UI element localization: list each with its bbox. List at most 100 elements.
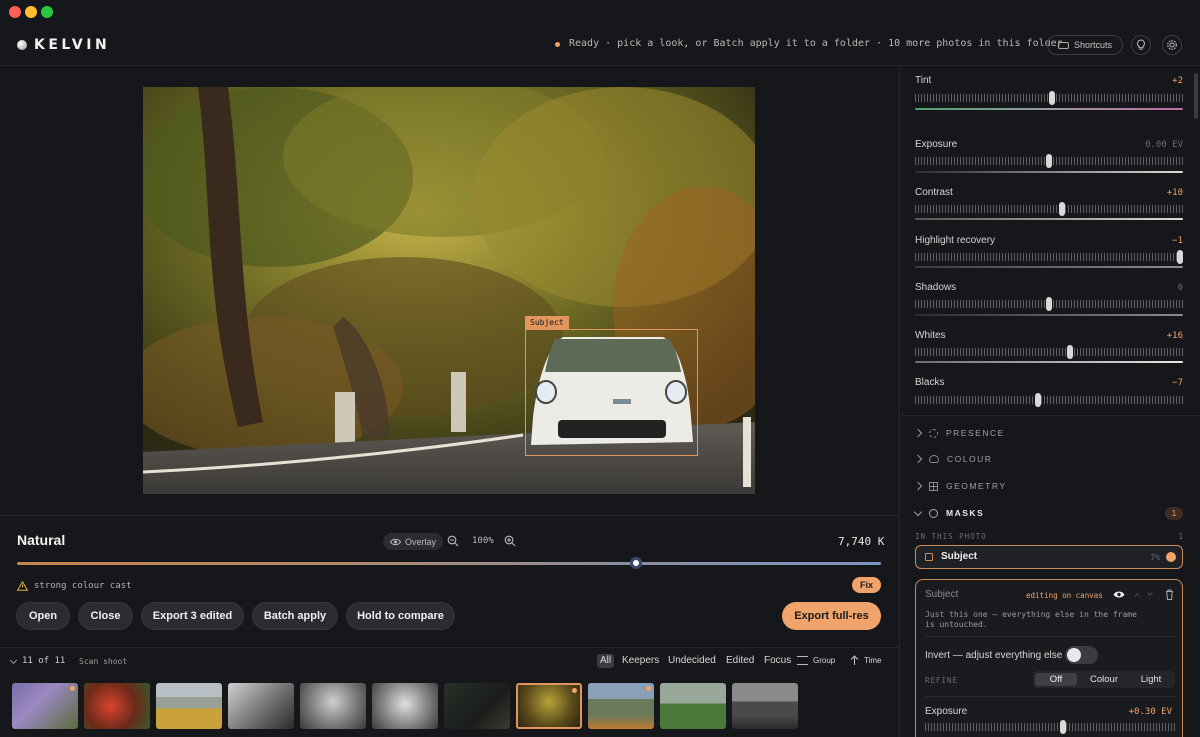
move-down-icon[interactable] xyxy=(1147,590,1153,596)
chevron-down-icon[interactable] xyxy=(9,656,18,665)
masks-count-text: 1 xyxy=(1178,532,1183,541)
refine-segmented: Off Colour Light xyxy=(1033,671,1175,688)
mask-item-percent: 7% xyxy=(1150,553,1160,562)
whites-slider-track[interactable] xyxy=(915,348,1183,356)
mask-exposure-slider-thumb[interactable] xyxy=(1060,720,1066,734)
mask-detail-card: Subject editing on canvas Just this one … xyxy=(915,579,1183,737)
contrast-slider-track[interactable] xyxy=(915,205,1183,213)
sort-time[interactable]: Time xyxy=(861,654,884,668)
thumbnail[interactable] xyxy=(156,683,222,729)
trash-icon[interactable] xyxy=(1165,589,1174,600)
section-geometry[interactable]: GEOMETRY xyxy=(913,481,1007,491)
mask-exposure-slider-track[interactable] xyxy=(925,723,1175,731)
export-full-res-button[interactable]: Export full-res xyxy=(782,602,881,630)
zoom-out-icon[interactable] xyxy=(447,535,459,547)
refine-label: REFINE xyxy=(925,676,959,685)
thumbnail-selected[interactable] xyxy=(516,683,582,729)
photo-count: 11 of 11 xyxy=(22,656,66,666)
photo-canvas[interactable]: Subject xyxy=(0,67,900,515)
masks-count-badge: 1 xyxy=(1165,507,1183,520)
subject-mask-box[interactable] xyxy=(525,329,698,456)
minimize-window-icon[interactable] xyxy=(25,6,37,18)
adjustments-panel: Tint +2 Exposure 0.00 EV Contrast +10 Hi… xyxy=(901,67,1200,737)
blacks-slider-thumb[interactable] xyxy=(1035,393,1042,407)
divider xyxy=(925,696,1175,697)
tint-slider-thumb[interactable] xyxy=(1048,91,1055,105)
filter-focus[interactable]: Focus xyxy=(761,654,794,668)
highlight-recovery-slider-track[interactable] xyxy=(915,253,1183,261)
filter-all[interactable]: All xyxy=(597,654,615,668)
lightbulb-icon xyxy=(1137,39,1145,50)
thumbnail[interactable] xyxy=(588,683,654,729)
thumbnail[interactable] xyxy=(444,683,510,729)
hold-to-compare-button[interactable]: Hold to compare xyxy=(346,602,455,630)
contrast-slider-thumb[interactable] xyxy=(1059,202,1066,216)
slider-value: +2 xyxy=(1172,76,1183,86)
photo-preview[interactable]: Subject xyxy=(143,87,755,494)
thumbnail[interactable] xyxy=(372,683,438,729)
thumbnail[interactable] xyxy=(228,683,294,729)
export-edited-button[interactable]: Export 3 edited xyxy=(141,602,244,630)
open-button[interactable]: Open xyxy=(16,602,70,630)
kelvin-value: 7,740 K xyxy=(838,535,885,548)
hint-button[interactable] xyxy=(1131,35,1151,55)
thumbnail[interactable] xyxy=(12,683,78,729)
refine-colour[interactable]: Colour xyxy=(1081,673,1127,686)
temperature-slider-thumb[interactable] xyxy=(629,557,642,569)
chevron-right-icon xyxy=(913,428,923,438)
batch-apply-button[interactable]: Batch apply xyxy=(252,602,338,630)
settings-button[interactable] xyxy=(1162,35,1182,55)
close-window-icon[interactable] xyxy=(9,6,21,18)
chevron-down-icon xyxy=(913,507,923,516)
temperature-slider-track[interactable] xyxy=(17,562,881,565)
whites-slider-thumb[interactable] xyxy=(1067,345,1074,359)
thumbnail[interactable] xyxy=(660,683,726,729)
refine-off[interactable]: Off xyxy=(1035,673,1077,686)
eye-icon xyxy=(389,538,401,545)
fix-button[interactable]: Fix xyxy=(852,577,881,593)
thumbnail[interactable] xyxy=(84,683,150,729)
logo-icon xyxy=(17,40,27,50)
refine-light[interactable]: Light xyxy=(1129,673,1173,686)
zoom-window-icon[interactable] xyxy=(41,6,53,18)
highlight-recovery-slider-thumb[interactable] xyxy=(1177,250,1184,264)
close-button[interactable]: Close xyxy=(78,602,133,630)
panel-scrollbar[interactable] xyxy=(1194,73,1198,119)
whites-gradient-bar xyxy=(915,361,1183,363)
warning-icon xyxy=(17,581,28,591)
filter-keepers[interactable]: Keepers xyxy=(619,654,662,668)
slider-label: Shadows xyxy=(915,282,957,293)
blacks-slider-track[interactable] xyxy=(915,396,1183,404)
slider-label: Contrast xyxy=(915,187,953,198)
group-icon xyxy=(797,656,808,665)
look-controls: Natural Overlay 100% 7,740 K strong colo… xyxy=(0,515,900,647)
shadows-slider-thumb[interactable] xyxy=(1046,297,1052,311)
section-colour[interactable]: COLOUR xyxy=(913,454,992,464)
section-presence[interactable]: PRESENCE xyxy=(913,428,1005,438)
overlay-label: Overlay xyxy=(404,536,436,547)
mask-exposure-label: Exposure xyxy=(925,706,968,717)
section-masks[interactable]: MASKS xyxy=(913,507,984,518)
thumbnail[interactable] xyxy=(732,683,798,729)
move-up-icon[interactable] xyxy=(1134,593,1140,599)
zoom-in-icon[interactable] xyxy=(504,535,516,547)
slider-value: +16 xyxy=(1166,331,1183,341)
presence-icon xyxy=(929,428,938,438)
group-toggle[interactable]: Group xyxy=(810,654,838,668)
shortcuts-button[interactable]: Shortcuts xyxy=(1047,35,1123,55)
divider xyxy=(925,636,1175,637)
filter-undecided[interactable]: Undecided xyxy=(665,654,719,668)
eye-icon[interactable] xyxy=(1113,590,1125,599)
overlay-toggle[interactable]: Overlay xyxy=(383,533,443,550)
keyboard-icon xyxy=(1057,41,1069,49)
slider-value: +10 xyxy=(1166,188,1183,198)
mask-item-subject[interactable]: Subject 7% xyxy=(915,545,1183,569)
slider-label: Tint xyxy=(915,75,932,86)
exposure-slider-thumb[interactable] xyxy=(1046,154,1052,168)
invert-toggle[interactable] xyxy=(1065,646,1098,664)
filter-edited[interactable]: Edited xyxy=(723,654,757,668)
mask-detail-title: Subject xyxy=(925,589,959,600)
thumbnail[interactable] xyxy=(300,683,366,729)
scan-shoot-link[interactable]: Scan shoot xyxy=(79,657,127,666)
look-name: Natural xyxy=(17,532,66,548)
